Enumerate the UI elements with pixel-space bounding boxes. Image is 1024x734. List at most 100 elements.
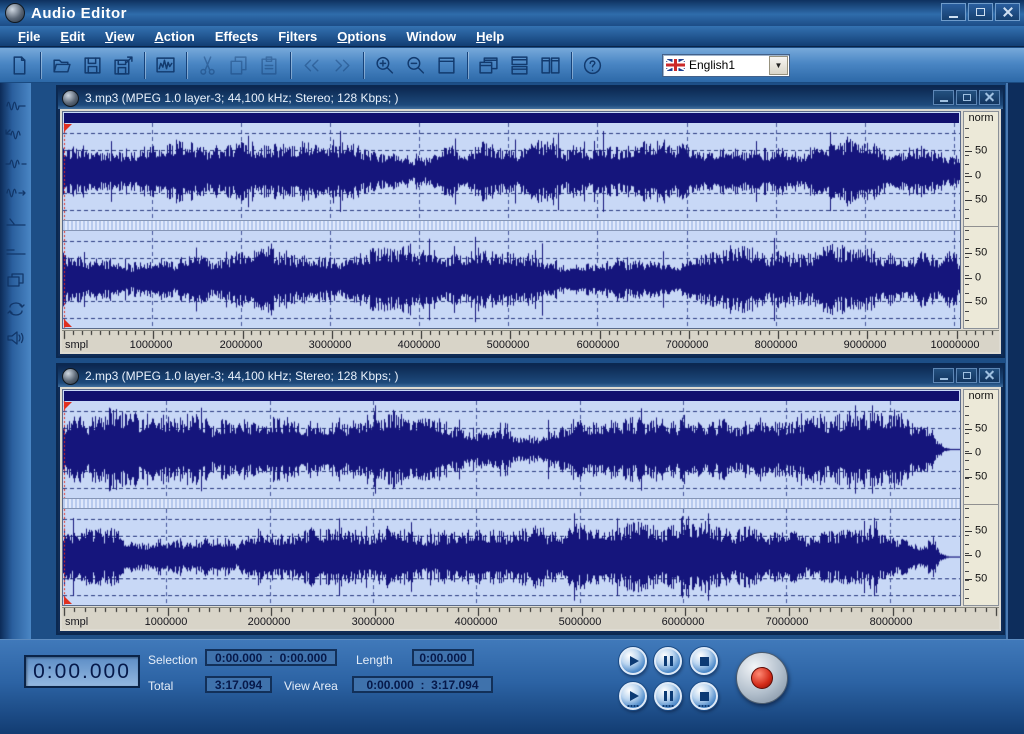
menu-edit[interactable]: Edit bbox=[50, 29, 95, 44]
ruler-unit-label: smpl bbox=[65, 616, 89, 628]
zoom-in-button[interactable] bbox=[370, 52, 399, 79]
doc-minimize-button[interactable] bbox=[933, 368, 954, 383]
doc-title-bar[interactable]: 2.mp3 (MPEG 1.0 layer-3; 44,100 kHz; Ste… bbox=[58, 365, 1003, 387]
play-button[interactable] bbox=[619, 647, 647, 675]
menu-help[interactable]: Help bbox=[466, 29, 514, 44]
save-as-button[interactable] bbox=[109, 52, 138, 79]
close-icon bbox=[985, 371, 994, 380]
maximize-button[interactable] bbox=[968, 3, 993, 21]
save-button[interactable] bbox=[78, 52, 107, 79]
wave-forward-button[interactable] bbox=[3, 178, 29, 207]
waveform-canvas-right[interactable] bbox=[63, 231, 960, 328]
playback-buttons bbox=[0, 640, 1024, 734]
wave-stretch-button[interactable] bbox=[3, 149, 29, 178]
ruler-tick-label: 7000000 bbox=[765, 616, 809, 628]
channel-divider bbox=[63, 220, 960, 231]
stop-icon bbox=[699, 656, 709, 666]
menu-window[interactable]: Window bbox=[396, 29, 466, 44]
combo-dropdown-button[interactable]: ▼ bbox=[769, 55, 788, 75]
forward-button[interactable] bbox=[328, 52, 357, 79]
pause-icon bbox=[663, 656, 673, 666]
amplitude-scale: norm 50 0 50 50 0 50 bbox=[963, 111, 999, 329]
back-button[interactable] bbox=[297, 52, 326, 79]
copy-button[interactable] bbox=[224, 52, 253, 79]
amplitude-scale: norm 50 0 50 50 0 50 bbox=[963, 389, 999, 606]
ruler-tick-label: 5000000 bbox=[486, 339, 530, 351]
speaker-button[interactable] bbox=[3, 323, 29, 352]
baseline-icon bbox=[5, 248, 26, 255]
wave-shrink-icon bbox=[4, 128, 21, 139]
toolbar-separator bbox=[290, 51, 291, 79]
ruler-tick-label: 3000000 bbox=[308, 339, 352, 351]
stop-icon bbox=[699, 691, 709, 701]
scale-right-channel: 50 0 50 bbox=[964, 226, 998, 328]
maximize-icon bbox=[962, 94, 971, 101]
doc-maximize-button[interactable] bbox=[956, 90, 977, 105]
play-all-button[interactable] bbox=[619, 682, 647, 710]
doc-icon bbox=[62, 89, 79, 107]
waveform-display[interactable] bbox=[62, 389, 961, 606]
channel-divider bbox=[63, 497, 960, 509]
cursor-marker-bottom[interactable] bbox=[64, 319, 72, 327]
overview-bar[interactable] bbox=[64, 391, 959, 401]
cursor-marker-bottom[interactable] bbox=[64, 596, 72, 604]
channel-right bbox=[63, 508, 960, 605]
language-select[interactable]: English1 ▼ bbox=[662, 53, 790, 77]
new-button[interactable] bbox=[5, 52, 34, 79]
copy-window-button[interactable] bbox=[3, 265, 29, 294]
doc-close-button[interactable] bbox=[979, 90, 1000, 105]
waveform-canvas-right[interactable] bbox=[63, 508, 960, 605]
pause-all-button[interactable] bbox=[654, 682, 682, 710]
overview-bar[interactable] bbox=[64, 113, 959, 123]
menu-file[interactable]: File bbox=[8, 29, 50, 44]
paste-button[interactable] bbox=[255, 52, 284, 79]
scale-left-channel: 50 0 50 bbox=[964, 403, 998, 504]
waveform-canvas-left[interactable] bbox=[63, 401, 960, 498]
waveform-view-button[interactable] bbox=[151, 52, 180, 79]
cursor-marker-top[interactable] bbox=[64, 402, 72, 410]
doc-title-bar[interactable]: 3.mp3 (MPEG 1.0 layer-3; 44,100 kHz; Ste… bbox=[58, 87, 1003, 109]
baseline-button[interactable] bbox=[3, 236, 29, 265]
doc-minimize-button[interactable] bbox=[933, 90, 954, 105]
doc-maximize-button[interactable] bbox=[956, 368, 977, 383]
doc-icon bbox=[62, 367, 79, 385]
mdi-workspace: 3.mp3 (MPEG 1.0 layer-3; 44,100 kHz; Ste… bbox=[0, 83, 1024, 639]
waveform-display[interactable] bbox=[62, 111, 961, 329]
waveform-canvas-left[interactable] bbox=[63, 123, 960, 220]
menu-action[interactable]: Action bbox=[144, 29, 204, 44]
cursor-marker-top[interactable] bbox=[64, 124, 72, 132]
help-button[interactable] bbox=[578, 52, 607, 79]
save-icon bbox=[84, 56, 101, 74]
open-button[interactable] bbox=[47, 52, 76, 79]
level-line-button[interactable] bbox=[3, 207, 29, 236]
menu-filters[interactable]: Filters bbox=[268, 29, 327, 44]
menu-effects[interactable]: Effects bbox=[205, 29, 268, 44]
record-button[interactable] bbox=[736, 652, 788, 704]
sample-ruler[interactable]: smpl 1000000 2000000 3000000 4000000 5000000… bbox=[62, 607, 999, 629]
zoom-out-button[interactable] bbox=[401, 52, 430, 79]
toolbar-separator bbox=[467, 51, 468, 79]
cut-button[interactable] bbox=[193, 52, 222, 79]
sample-ruler[interactable]: smpl 1000000 2000000 3000000 4000000 5000000… bbox=[62, 330, 999, 352]
doc-close-button[interactable] bbox=[979, 368, 1000, 383]
tile-vertical-button[interactable] bbox=[536, 52, 565, 79]
wave-edit-button[interactable] bbox=[3, 91, 29, 120]
cascade-windows-button[interactable] bbox=[474, 52, 503, 79]
close-button[interactable] bbox=[995, 3, 1020, 21]
wave-shrink-button[interactable] bbox=[3, 120, 29, 149]
tile-horizontal-button[interactable] bbox=[505, 52, 534, 79]
title-bar[interactable]: Audio Editor bbox=[0, 0, 1024, 26]
app-icon bbox=[5, 3, 25, 23]
maximize-window-button[interactable] bbox=[432, 52, 461, 79]
all-tracks-dots bbox=[698, 705, 710, 707]
audio-editor-app: Audio Editor File Edit View Action Effects Fi… bbox=[0, 0, 1024, 734]
pause-button[interactable] bbox=[654, 647, 682, 675]
menu-options[interactable]: Options bbox=[327, 29, 396, 44]
loop-playback-button[interactable] bbox=[3, 294, 29, 323]
minimize-button[interactable] bbox=[941, 3, 966, 21]
save-as-icon bbox=[114, 55, 133, 75]
menu-view[interactable]: View bbox=[95, 29, 144, 44]
stop-button[interactable] bbox=[690, 647, 718, 675]
ruler-tick-label: 10000000 bbox=[930, 339, 980, 351]
stop-all-button[interactable] bbox=[690, 682, 718, 710]
